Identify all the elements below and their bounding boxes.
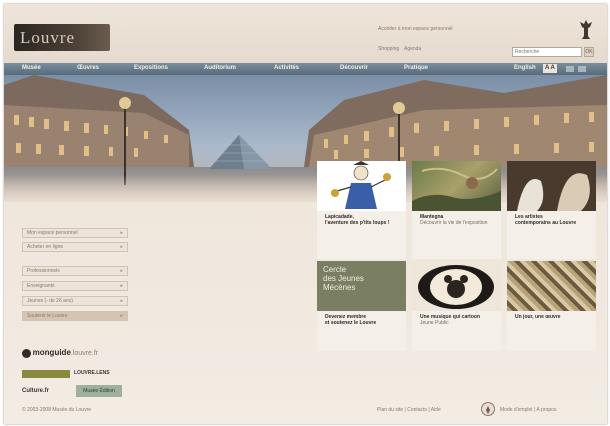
louvre-lens-logo[interactable]: LOUVRE.LENS: [74, 370, 110, 376]
nav-item-musee[interactable]: Musée: [22, 65, 41, 71]
nav-item-activites[interactable]: Activités: [274, 65, 299, 71]
search-input[interactable]: [512, 47, 582, 57]
ornament-image: [507, 261, 596, 311]
tile-body: Découvrir la vie de l'exposition: [420, 220, 488, 226]
musee-edition-logo[interactable]: Musée Édition: [76, 385, 122, 397]
print-icon[interactable]: [566, 66, 574, 72]
arrow-right-icon: ▸: [120, 230, 123, 236]
nav-item-decouvrir[interactable]: Découvrir: [340, 65, 368, 71]
agenda-link[interactable]: Agenda: [404, 46, 421, 52]
tile-caption: Une musique qui cartoon Jeune Public: [412, 311, 501, 351]
monguide-domain: .louvre.fr: [70, 350, 99, 357]
cartoon-bear-image: [418, 265, 494, 309]
nav-item-expositions[interactable]: Expositions: [134, 65, 168, 71]
tile-body: contemporains au Louvre: [515, 220, 577, 226]
figure-icon: [486, 406, 490, 414]
tile-caption: Devenez membre et soutenez le Louvre: [317, 311, 406, 351]
page: Louvre Accéder à mon espace personnel Sh…: [4, 4, 607, 424]
menu-label: Enseignants: [27, 283, 55, 289]
tile-contemporary-artists[interactable]: Les artistes contemporains au Louvre: [507, 161, 596, 259]
menu-label: Mon espace personnel: [27, 230, 78, 236]
tile-body: et soutenez le Louvre: [325, 320, 377, 326]
logo-text: Louvre: [20, 28, 76, 47]
share-icon[interactable]: [578, 66, 586, 72]
tile-caption: Lapicadade, l'aventure des p'tits loups …: [317, 211, 406, 259]
mode-emploi-icon[interactable]: [481, 402, 495, 416]
menu-label: Jeunes (- de 26 ans): [27, 298, 73, 304]
arrow-right-icon: ▸: [120, 313, 123, 319]
tile-caption: Un jour, une œuvre: [507, 311, 596, 351]
main-nav: Musée Œuvres Expositions Auditorium Acti…: [4, 63, 607, 75]
menu-support-louvre[interactable]: Soutenir le Louvre ▸: [22, 311, 128, 321]
menu-teachers[interactable]: Enseignants ▸: [22, 281, 128, 291]
monguide-icon: [22, 348, 31, 358]
sculpture-image: [517, 173, 590, 211]
menu-buy-online[interactable]: Acheter en ligne ▸: [22, 242, 128, 252]
monguide-brand: monguide: [32, 348, 71, 357]
tile-image: [317, 161, 406, 211]
arrow-right-icon: ▸: [120, 283, 123, 289]
monguide-logo[interactable]: monguide.louvre.fr: [22, 348, 122, 360]
arrow-right-icon: ▸: [120, 244, 123, 250]
menu-label: Professionnels: [27, 268, 60, 274]
arrow-right-icon: ▸: [120, 268, 123, 274]
tile-caption: Les artistes contemporains au Louvre: [507, 211, 596, 259]
tile-mantegna[interactable]: Mantegna Découvrir la vie de l'expositio…: [412, 161, 501, 259]
tile-subtitle: Jeune Public: [420, 320, 449, 326]
cartoon-character-image: [331, 161, 391, 209]
tile-image: [507, 161, 596, 211]
partner-green-logo[interactable]: [22, 370, 70, 378]
tile-title: Un jour, une œuvre: [515, 314, 561, 320]
tile-caption: Mantegna Découvrir la vie de l'expositio…: [412, 211, 501, 259]
tile-musique-cartoon[interactable]: Une musique qui cartoon Jeune Public: [412, 261, 501, 351]
tile-body: l'aventure des p'tits loups !: [325, 220, 390, 226]
louvre-logo[interactable]: Louvre: [14, 24, 110, 51]
promo-panel: Cercle des Jeunes Mécènes: [317, 261, 406, 311]
shopping-link[interactable]: Shopping: [378, 46, 399, 52]
nav-item-pratique[interactable]: Pratique: [404, 65, 428, 71]
menu-personal-space[interactable]: Mon espace personnel ▸: [22, 228, 128, 238]
promo-line: des Jeunes: [323, 274, 364, 283]
search-button[interactable]: OK: [584, 47, 594, 57]
mode-emploi-link[interactable]: Mode d'emploi | À propos: [500, 407, 556, 413]
culture-fr-logo[interactable]: Culture.fr: [22, 388, 49, 394]
painting-image: [412, 167, 501, 211]
copyright-text: © 2003-2008 Musée du Louvre: [22, 407, 92, 413]
nav-item-auditorium[interactable]: Auditorium: [204, 65, 236, 71]
menu-label: Soutenir le Louvre: [27, 313, 68, 319]
tile-un-jour-une-oeuvre[interactable]: Un jour, une œuvre: [507, 261, 596, 351]
tile-image: [412, 161, 501, 211]
header: Louvre Accéder à mon espace personnel Sh…: [4, 4, 607, 64]
menu-youth[interactable]: Jeunes (- de 26 ans) ▸: [22, 296, 128, 306]
tile-lapicadade[interactable]: Lapicadade, l'aventure des p'tits loups …: [317, 161, 406, 259]
footer-links[interactable]: Plan du site | Contacts | Aide: [377, 407, 441, 413]
promo-line: Cercle: [323, 265, 347, 274]
menu-label: Acheter en ligne: [27, 244, 64, 250]
nav-item-oeuvres[interactable]: Œuvres: [77, 65, 99, 71]
text-size-button[interactable]: A A: [543, 64, 557, 73]
tile-image: [412, 261, 501, 311]
personal-space-link[interactable]: Accéder à mon espace personnel: [378, 26, 453, 32]
menu-professionals[interactable]: Professionnels ▸: [22, 266, 128, 276]
promo-line: Mécènes: [323, 283, 356, 292]
winged-victory-icon: [580, 20, 592, 39]
language-english-link[interactable]: English: [514, 65, 536, 71]
tile-jeunes-mecenes[interactable]: Cercle des Jeunes Mécènes Devenez membre…: [317, 261, 406, 351]
arrow-right-icon: ▸: [120, 298, 123, 304]
